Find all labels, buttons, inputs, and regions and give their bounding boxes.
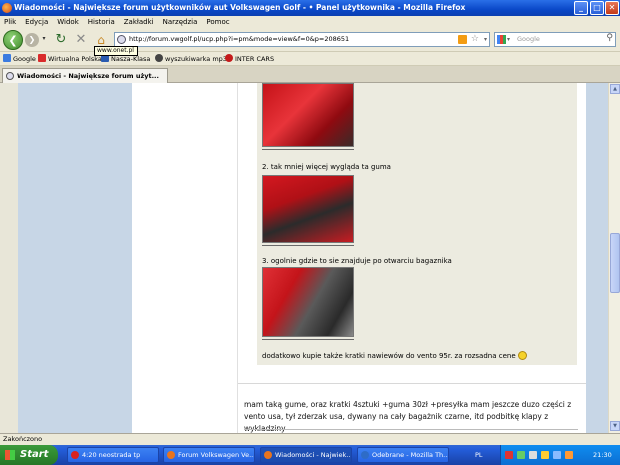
scroll-up-icon[interactable]: ▲ [610, 84, 620, 94]
firefox-icon [264, 451, 272, 459]
firefox-icon [2, 3, 12, 13]
tray-icon-3[interactable] [529, 451, 537, 459]
url-text: http://forum.vwgolf.pl/ucp.php?i=pm&mode… [129, 35, 350, 43]
quote-box: 2. tak mniej więcej wygląda ta guma 3. o… [257, 83, 577, 365]
maximize-button[interactable]: □ [590, 1, 604, 15]
task-thunderbird[interactable]: Odebrane - Mozilla Th... [357, 447, 449, 463]
minimize-button[interactable]: _ [574, 1, 588, 15]
tray-icon-1[interactable] [505, 451, 513, 459]
search-input[interactable]: ▾ Google ⚲ [494, 32, 616, 47]
vertical-scrollbar[interactable]: ▲ ▼ [608, 83, 620, 433]
menu-file[interactable]: Plik [4, 18, 16, 26]
reply-text: mam taką gume, oraz kratki 4sztuki +guma… [244, 400, 572, 433]
bookmark-inter-cars[interactable]: INTER CARS [225, 52, 274, 66]
window-title-bar: Wiadomości - Największe forum użytkownik… [0, 0, 620, 16]
menu-tools[interactable]: Narzędzia [163, 18, 198, 26]
tab-bar: Wiadomości - Największe forum użyt... [0, 66, 620, 83]
google-icon[interactable] [497, 35, 506, 44]
smile-icon [517, 351, 527, 360]
scroll-down-icon[interactable]: ▼ [610, 421, 620, 431]
navigation-toolbar: ❮ ❯ ▾ ↻ ✕ ⌂ http://forum.vwgolf.pl/ucp.p… [0, 28, 620, 52]
tab-favicon-icon [6, 72, 14, 80]
system-tray: PL 21:30 [475, 445, 620, 465]
google-icon [3, 54, 11, 62]
history-dropdown-icon[interactable]: ▾ [40, 35, 48, 43]
tab-label: Wiadomości - Największe forum użyt... [17, 72, 159, 80]
menu-help[interactable]: Pomoc [206, 18, 229, 26]
caption-2: 2. tak mniej więcej wygląda ta guma [262, 163, 391, 171]
language-indicator[interactable]: PL [475, 445, 483, 465]
menu-bar: Plik Edycja Widok Historia Zakładki Narzędzia… [0, 16, 620, 28]
status-bar: Zakończono [0, 433, 620, 445]
close-button[interactable]: ✕ [605, 1, 619, 15]
author-column [132, 83, 238, 433]
intercars-icon [225, 54, 233, 62]
task-forum[interactable]: Forum Volkswagen Ve... [163, 447, 255, 463]
task-wiadomosci[interactable]: Wiadomości - Najwiek... [260, 447, 352, 463]
windows-flag-icon [5, 450, 15, 460]
search-icon[interactable]: ⚲ [606, 32, 613, 45]
bookmarks-toolbar: Google Wirtualna Polska Nasza-Klasa wysz… [0, 52, 620, 66]
menu-edit[interactable]: Edycja [25, 18, 48, 26]
tray-icon-5[interactable] [553, 451, 561, 459]
reload-icon[interactable]: ↻ [52, 31, 70, 49]
caption-3: 3. ogolnie gdzie to sie znajduje po otwa… [262, 257, 452, 265]
stop-icon[interactable]: ✕ [72, 31, 90, 49]
window-title: Wiadomości - Największe forum użytkownik… [14, 3, 466, 12]
note-text: dodatkowo kupie także kratki nawiewów do… [262, 351, 572, 360]
menu-bookmarks[interactable]: Zakładki [124, 18, 154, 26]
photo-2[interactable] [262, 175, 354, 243]
address-bar[interactable]: http://forum.vwgolf.pl/ucp.php?i=pm&mode… [114, 32, 490, 47]
thunderbird-icon [361, 451, 369, 459]
status-text: Zakończono [3, 435, 43, 443]
bookmark-wirtualna-polska[interactable]: Wirtualna Polska [38, 52, 102, 66]
left-column [18, 83, 132, 433]
rss-icon[interactable] [458, 35, 467, 44]
app-icon [71, 451, 79, 459]
site-icon [117, 35, 126, 44]
photo-3[interactable] [262, 267, 354, 337]
wp-icon [38, 54, 46, 62]
engine-dropdown-icon[interactable]: ▾ [507, 33, 510, 46]
right-column [586, 83, 608, 433]
start-button[interactable]: Start [0, 445, 58, 465]
tooltip: www.onet.pl [94, 46, 138, 56]
menu-view[interactable]: Widok [57, 18, 79, 26]
task-neostrada[interactable]: 4:20 neostrada tp [67, 447, 159, 463]
page-content: 2. tak mniej więcej wygląda ta guma 3. o… [0, 83, 608, 433]
menu-history[interactable]: Historia [88, 18, 115, 26]
scroll-thumb[interactable] [610, 233, 620, 293]
left-margin [0, 83, 18, 433]
photo-1[interactable] [262, 83, 354, 147]
tray-icon-4[interactable] [541, 451, 549, 459]
search-placeholder: Google [517, 35, 540, 43]
bookmark-mp3[interactable]: wyszukiwarka mp3 [155, 52, 227, 66]
clock[interactable]: 21:30 [593, 445, 612, 465]
forward-button[interactable]: ❯ [25, 33, 39, 47]
bookmark-google[interactable]: Google [3, 52, 36, 66]
firefox-icon [167, 451, 175, 459]
taskbar: Start 4:20 neostrada tp Forum Volkswagen… [0, 445, 620, 465]
mp3-icon [155, 54, 163, 62]
tray-icon-6[interactable] [565, 451, 573, 459]
tray-icon-2[interactable] [517, 451, 525, 459]
back-button[interactable]: ❮ [3, 30, 23, 50]
tab-active[interactable]: Wiadomości - Największe forum użyt... [2, 68, 168, 83]
url-dropdown-icon[interactable]: ▾ [484, 33, 487, 46]
star-icon[interactable]: ☆ [471, 33, 479, 46]
